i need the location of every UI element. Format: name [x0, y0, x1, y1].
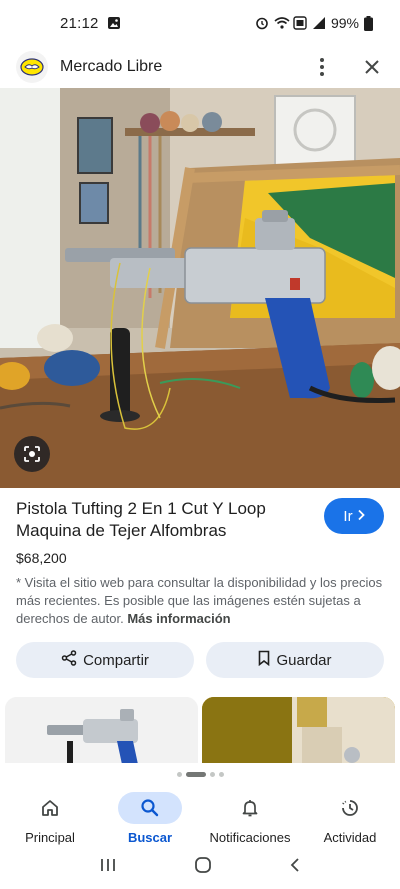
status-time: 21:12	[60, 14, 99, 32]
volte-icon	[293, 16, 307, 30]
header-actions	[310, 55, 384, 79]
product-info: Pistola Tufting 2 En 1 Cut Y Loop Maquin…	[16, 498, 384, 566]
gallery-icon	[107, 16, 121, 30]
product-title[interactable]: Pistola Tufting 2 En 1 Cut Y Loop Maquin…	[16, 498, 306, 542]
product-price: $68,200	[16, 550, 67, 566]
google-lens-icon[interactable]	[14, 436, 50, 472]
product-image[interactable]	[0, 88, 400, 488]
back-icon[interactable]	[289, 857, 301, 878]
save-label: Guardar	[276, 651, 332, 669]
close-icon[interactable]	[360, 55, 384, 79]
recent-apps-icon[interactable]	[99, 857, 117, 878]
signal-icon	[312, 16, 326, 30]
share-button[interactable]: Compartir	[16, 642, 194, 678]
bell-icon	[218, 792, 282, 824]
status-left: 21:12	[60, 15, 121, 32]
nav-label: Actividad	[323, 830, 377, 845]
tufting-gun-illustration	[0, 88, 400, 488]
nav-item-principal[interactable]: Principal	[0, 786, 100, 846]
home-icon	[18, 792, 82, 824]
pager-dot	[176, 772, 182, 777]
status-bar: 21:12 99%	[0, 0, 400, 46]
save-button[interactable]: Guardar	[206, 642, 384, 678]
wifi-icon	[274, 16, 290, 30]
disclaimer: * Visita el sitio web para consultar la …	[16, 574, 386, 628]
nav-label: Principal	[25, 830, 75, 845]
system-navigation-bar	[0, 846, 400, 889]
go-button-label: Ir	[343, 507, 353, 525]
carousel-pager	[0, 772, 400, 777]
handshake-icon	[16, 51, 48, 83]
pager-dot-active	[185, 772, 206, 777]
nav-label: Buscar	[127, 830, 173, 845]
nav-item-notificaciones[interactable]: Notificaciones	[200, 786, 300, 846]
bookmark-icon	[258, 650, 270, 670]
related-image[interactable]	[5, 697, 198, 763]
battery-icon	[364, 16, 378, 31]
nav-item-actividad[interactable]: Actividad	[300, 786, 400, 846]
more-vert-icon[interactable]	[310, 55, 334, 79]
alarm-icon	[255, 16, 269, 30]
chevron-right-icon	[357, 508, 365, 525]
battery-percent: 99%	[330, 15, 359, 31]
bottom-navigation: Principal Buscar Notificaciones Activida…	[0, 786, 400, 846]
related-image[interactable]	[202, 697, 395, 763]
related-images	[0, 697, 400, 763]
pager-dot	[218, 772, 224, 777]
activity-icon	[318, 792, 382, 824]
site-name: Mercado Libre	[60, 58, 163, 75]
status-right: 99%	[255, 15, 378, 31]
share-icon	[61, 650, 77, 670]
nav-label: Notificaciones	[209, 830, 291, 845]
share-label: Compartir	[83, 651, 149, 669]
pager-dot	[209, 772, 215, 777]
more-info-link[interactable]: Más información	[127, 611, 230, 626]
page-header: Mercado Libre	[0, 46, 400, 88]
nav-item-buscar[interactable]: Buscar	[100, 786, 200, 846]
action-buttons: Compartir Guardar	[16, 642, 384, 678]
home-button-icon[interactable]	[194, 856, 212, 879]
search-icon	[118, 792, 182, 824]
go-button[interactable]: Ir	[324, 498, 384, 534]
